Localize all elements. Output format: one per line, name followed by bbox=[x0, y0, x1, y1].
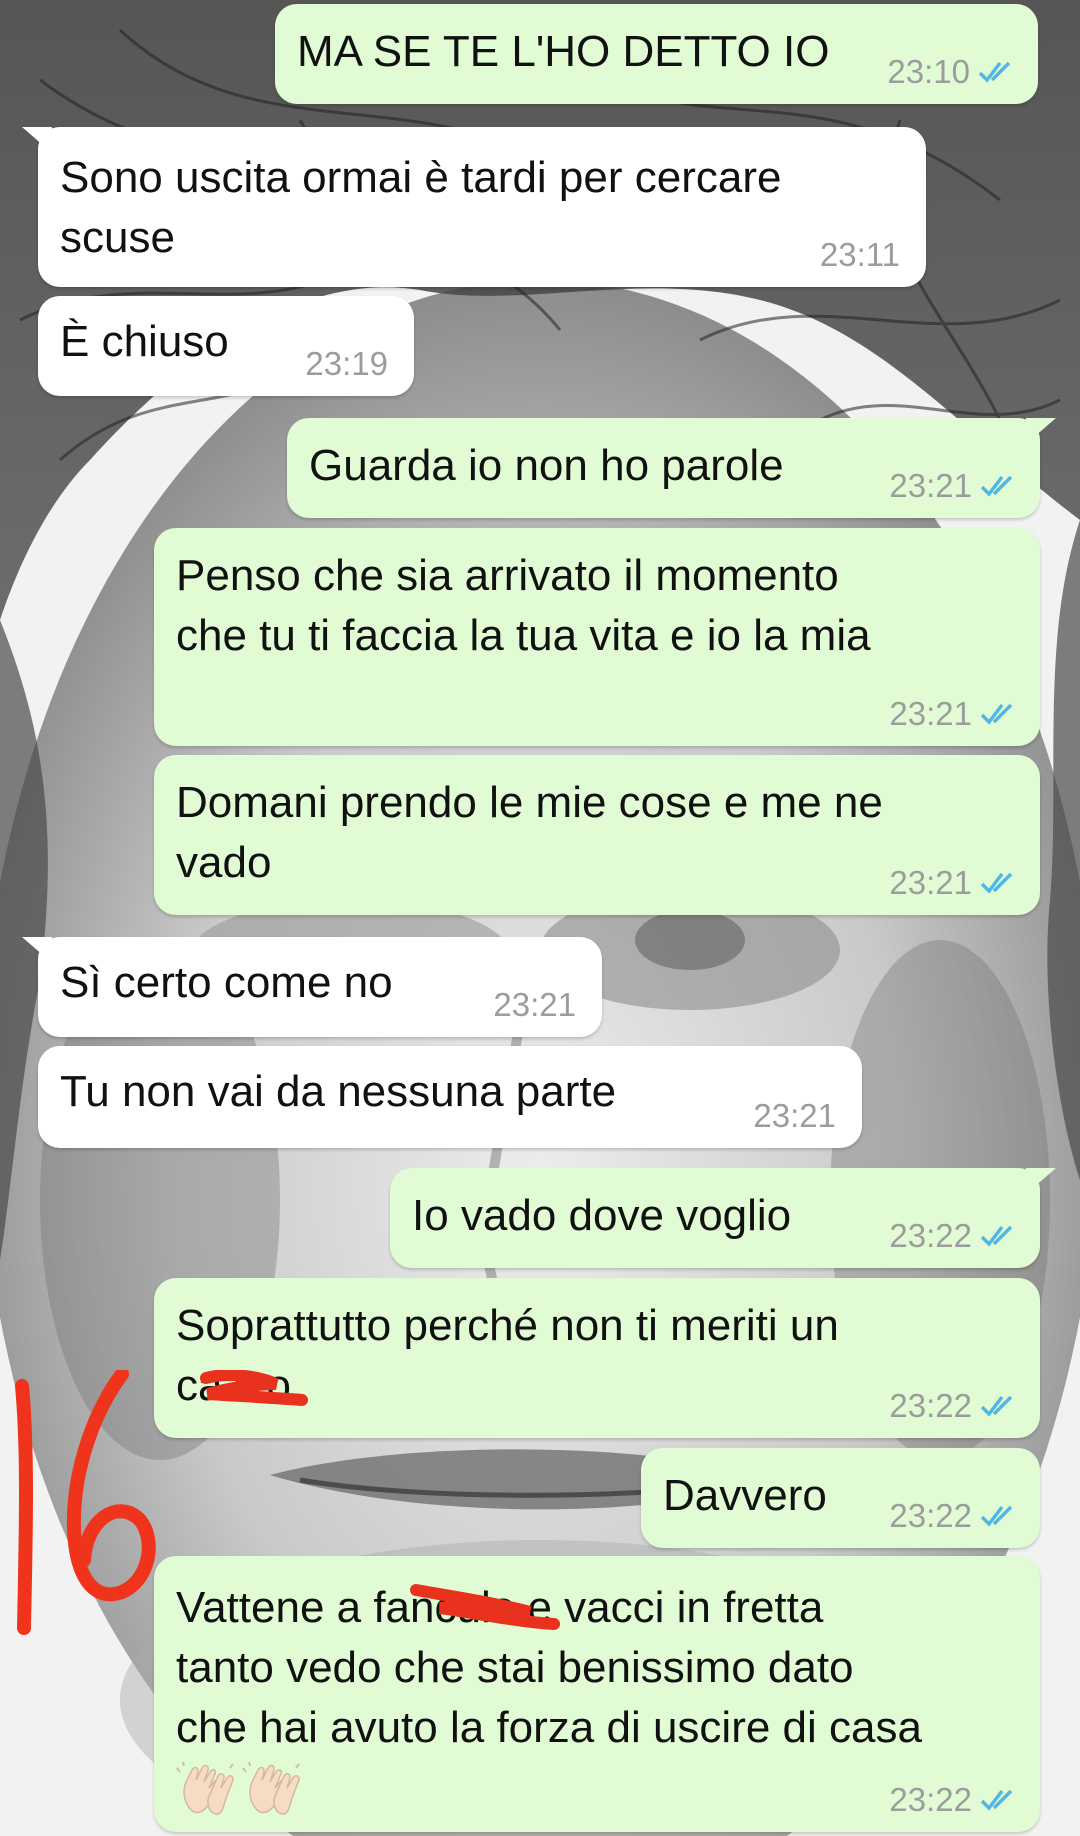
incoming-message[interactable]: Sono uscita ormai è tardi per cercare sc… bbox=[22, 127, 926, 287]
message-time: 23:21 bbox=[889, 695, 972, 732]
bubble-tail bbox=[1026, 418, 1056, 444]
message-text: È chiuso bbox=[60, 317, 229, 366]
message-time: 23:11 bbox=[819, 236, 900, 273]
read-ticks-icon bbox=[980, 872, 1013, 894]
message-text: Tu non vai da nessuna parte bbox=[60, 1067, 617, 1116]
bubble-tail bbox=[1026, 1168, 1056, 1194]
outgoing-message[interactable]: Davvero 23:22 bbox=[641, 1448, 1040, 1548]
read-ticks-icon bbox=[980, 475, 1013, 497]
outgoing-message[interactable]: Domani prendo le mie cose e me ne vado 2… bbox=[154, 755, 1040, 915]
message-time: 23:22 bbox=[889, 1781, 972, 1818]
bubble-tail bbox=[22, 127, 52, 153]
handwritten-number bbox=[15, 1367, 156, 1635]
message-time: 23:21 bbox=[493, 986, 576, 1023]
read-ticks-icon bbox=[980, 703, 1013, 725]
read-ticks-icon bbox=[980, 1789, 1013, 1811]
read-ticks-icon bbox=[978, 61, 1011, 83]
emoji-row bbox=[176, 1762, 304, 1818]
outgoing-message[interactable]: Vattene a fanculo e vacci in fretta tant… bbox=[154, 1556, 1040, 1832]
message-meta: 23:21 bbox=[889, 863, 1020, 903]
message-meta: 23:22 bbox=[889, 1780, 1020, 1820]
message-meta: 23:21 bbox=[889, 466, 1020, 506]
message-text: Sono uscita ormai è tardi per cercare sc… bbox=[60, 153, 782, 262]
message-text: Soprattutto perché non ti meriti un cazz… bbox=[176, 1301, 839, 1410]
read-ticks-icon bbox=[980, 1225, 1013, 1247]
outgoing-message[interactable]: Io vado dove voglio 23:22 bbox=[390, 1168, 1056, 1268]
message-text: Io vado dove voglio bbox=[412, 1191, 792, 1240]
message-meta: 23:19 bbox=[305, 344, 388, 384]
outgoing-message[interactable]: Soprattutto perché non ti meriti un cazz… bbox=[154, 1278, 1040, 1438]
message-meta: 23:22 bbox=[889, 1496, 1020, 1536]
message-time: 23:21 bbox=[889, 467, 972, 504]
message-time: 23:22 bbox=[889, 1217, 972, 1254]
message-meta: 23:21 bbox=[493, 985, 576, 1025]
message-time: 23:19 bbox=[305, 345, 388, 382]
message-time: 23:22 bbox=[889, 1387, 972, 1424]
message-text: MA SE TE L'HO DETTO IO bbox=[297, 27, 830, 76]
incoming-message[interactable]: Tu non vai da nessuna parte 23:21 bbox=[38, 1046, 862, 1148]
incoming-message[interactable]: È chiuso 23:19 bbox=[38, 296, 414, 396]
outgoing-message[interactable]: Guarda io non ho parole 23:21 bbox=[287, 418, 1056, 518]
handwritten-annotation: 16 bbox=[0, 1367, 170, 1645]
message-meta: 23:22 bbox=[889, 1216, 1020, 1256]
message-text: Sì certo come no bbox=[60, 958, 393, 1007]
message-text: Penso che sia arrivato il momento che tu… bbox=[176, 551, 871, 660]
message-meta: 23:21 bbox=[889, 694, 1020, 734]
bubble-tail bbox=[22, 937, 52, 963]
clapping-hands-icon bbox=[242, 1762, 300, 1815]
read-ticks-icon bbox=[980, 1395, 1013, 1417]
incoming-message[interactable]: Sì certo come no 23:21 bbox=[22, 937, 602, 1037]
message-text: Vattene a fanculo e vacci in fretta tant… bbox=[176, 1583, 922, 1752]
message-text: Guarda io non ho parole bbox=[309, 441, 784, 490]
message-meta: 23:10 bbox=[887, 52, 1018, 92]
message-meta: 23:11 bbox=[820, 235, 900, 275]
outgoing-message[interactable]: MA SE TE L'HO DETTO IO 23:10 bbox=[275, 4, 1038, 104]
message-meta: 23:21 bbox=[753, 1096, 836, 1136]
clapping-hands-icon bbox=[176, 1762, 234, 1815]
message-time: 23:10 bbox=[887, 53, 970, 90]
outgoing-message[interactable]: Penso che sia arrivato il momento che tu… bbox=[154, 528, 1040, 746]
read-ticks-icon bbox=[980, 1505, 1013, 1527]
message-time: 23:21 bbox=[889, 864, 972, 901]
message-text: Domani prendo le mie cose e me ne vado bbox=[176, 778, 883, 887]
message-text: Davvero bbox=[663, 1471, 827, 1520]
message-meta: 23:22 bbox=[889, 1386, 1020, 1426]
message-time: 23:22 bbox=[889, 1497, 972, 1534]
message-time: 23:21 bbox=[753, 1097, 836, 1134]
